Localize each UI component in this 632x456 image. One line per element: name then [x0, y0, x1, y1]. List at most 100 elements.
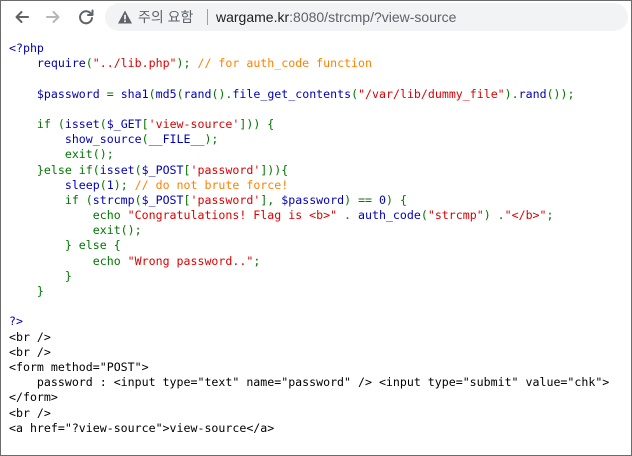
url-text[interactable]: wargame.kr:8080/strcmp/?view-source — [216, 9, 456, 25]
code-line: require("../lib.php"); // for auth_code … — [9, 56, 609, 71]
code-token: file_get_contents — [232, 86, 352, 101]
code-token: strcmp — [92, 192, 135, 207]
code-token: // for auth_code function — [190, 56, 372, 71]
url-path: :8080/strcmp/?view-source — [289, 9, 457, 25]
address-bar[interactable]: 주의 요함 wargame.kr:8080/strcmp/?view-sourc… — [105, 3, 628, 31]
code-token: } else { — [9, 238, 121, 253]
reload-icon — [79, 9, 94, 25]
browser-toolbar: 주의 요함 wargame.kr:8080/strcmp/?view-sourc… — [1, 1, 631, 33]
code-token: 1 — [106, 177, 114, 192]
code-token: ) { — [386, 192, 407, 207]
code-token: ( — [420, 208, 428, 223]
code-token: ) . — [483, 208, 505, 223]
code-token: ( — [85, 56, 93, 71]
address-bar-divider — [207, 9, 208, 25]
code-token: ; — [546, 208, 554, 223]
code-token: ); — [113, 177, 128, 192]
security-warning-label[interactable]: 주의 요함 — [138, 9, 193, 25]
code-token: ])){ — [260, 162, 289, 177]
code-token: ( — [99, 116, 107, 131]
code-token: exit(); — [9, 147, 114, 162]
code-line: if (strcmp($_POST['password'], $password… — [9, 193, 609, 208]
code-token: isset — [64, 116, 100, 131]
code-token: "Wrong password.." — [127, 253, 254, 268]
back-button[interactable] — [10, 5, 34, 29]
code-token: ) == — [344, 192, 380, 207]
code-line: if (isset($_GET['view-source'])) { — [9, 117, 609, 132]
code-token: (). — [211, 86, 233, 101]
forward-button[interactable] — [41, 5, 65, 29]
code-line: <br /> — [9, 406, 609, 421]
code-token: $_POST — [141, 162, 184, 177]
code-line: sleep(1); // do not brute force! — [9, 178, 609, 193]
code-token: <?php — [9, 41, 44, 55]
code-token: 'password' — [190, 192, 261, 207]
code-token: = — [106, 86, 121, 101]
code-token: rand — [183, 86, 212, 101]
code-line: $password = sha1(md5(rand().file_get_con… — [9, 87, 609, 102]
code-line: echo "Wrong password.."; — [9, 254, 609, 269]
code-token: $_POST — [141, 192, 184, 207]
code-token: md5 — [155, 86, 177, 101]
arrow-right-icon — [46, 11, 60, 23]
php-source-code: <?php require("../lib.php"); // for auth… — [9, 41, 609, 436]
code-token: "</b>" — [504, 208, 547, 223]
code-token: password : <input type="text" name="pass… — [9, 375, 610, 390]
code-token: <a href="?view-source">view-source</a> — [9, 420, 275, 435]
code-token: ( — [176, 86, 184, 101]
code-token: __FILE__ — [148, 132, 205, 147]
code-token: "../lib.php" — [92, 56, 177, 71]
code-token: ], — [260, 192, 282, 207]
code-token: $password — [9, 86, 107, 101]
code-token: if ( — [9, 192, 93, 207]
code-line: <br /> — [9, 345, 609, 360]
code-line: echo "Congratulations! Flag is <b>" . au… — [9, 208, 609, 223]
code-token: rand — [518, 86, 547, 101]
code-line: exit(); — [9, 147, 609, 162]
code-token: . — [337, 208, 359, 223]
code-line: <?php — [9, 41, 609, 56]
code-line: password : <input type="text" name="pass… — [9, 375, 609, 390]
code-token: ; — [253, 253, 261, 268]
code-token: show_source — [9, 132, 142, 147]
reload-button[interactable] — [74, 5, 98, 29]
code-line: <form method="POST"> — [9, 360, 609, 375]
url-host: wargame.kr — [216, 9, 290, 25]
code-line: </form> — [9, 390, 609, 405]
code-line: show_source(__FILE__); — [9, 132, 609, 147]
code-token: require — [9, 56, 86, 71]
code-line: } — [9, 284, 609, 299]
code-token: <br /> — [9, 344, 51, 359]
code-token: "/var/lib/dummy_file" — [358, 86, 505, 101]
code-token: ); — [176, 56, 191, 71]
code-token: auth_code — [358, 208, 421, 223]
code-token: ?> — [9, 314, 23, 329]
code-token: ). — [504, 86, 519, 101]
code-token: [ — [141, 116, 149, 131]
code-token: 'view-source' — [148, 116, 240, 131]
code-line: exit(); — [9, 223, 609, 238]
code-token: if ( — [9, 116, 65, 131]
code-token: // do not brute force! — [127, 177, 289, 192]
browser-window: 주의 요함 wargame.kr:8080/strcmp/?view-sourc… — [0, 0, 632, 456]
code-token: <form method="POST"> — [9, 359, 149, 374]
code-token: ( — [134, 192, 142, 207]
code-line: <br /> — [9, 330, 609, 345]
code-token: ); — [204, 132, 219, 147]
code-line: } else { — [9, 238, 609, 253]
code-token: [ — [183, 162, 191, 177]
code-token: "Congratulations! Flag is <b>" — [127, 208, 338, 223]
page-content: <?php require("../lib.php"); // for auth… — [1, 33, 631, 455]
code-token: <br /> — [9, 405, 51, 420]
code-token: [ — [183, 192, 191, 207]
code-token: 'password' — [190, 162, 261, 177]
code-token: $_GET — [106, 116, 142, 131]
code-line: ?> — [9, 314, 609, 329]
code-token: ( — [134, 162, 142, 177]
warning-icon[interactable] — [117, 9, 133, 25]
code-line: } — [9, 269, 609, 284]
code-token: } — [9, 268, 72, 283]
code-token: sleep — [9, 177, 100, 192]
